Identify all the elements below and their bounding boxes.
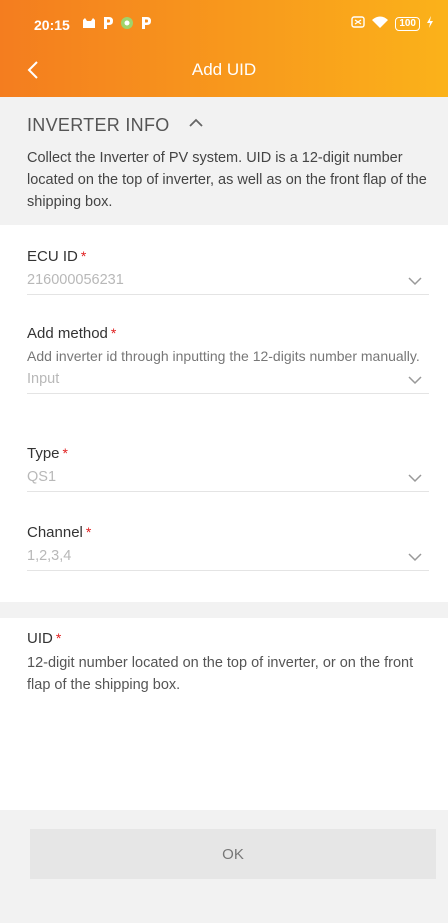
required-marker: *: [80, 248, 87, 264]
page-title: Add UID: [191, 60, 257, 79]
channel-label-text: Channel: [27, 524, 83, 541]
uid-field: UID * 12-digit number located on the top …: [27, 628, 429, 696]
p-icon: [102, 16, 114, 34]
add-method-field: Add method * Add inverter id through inpu…: [27, 323, 429, 394]
chevron-down-icon: [407, 471, 423, 483]
inverter-info-title: INVERTER INFO: [27, 115, 170, 135]
battery-icon: 100: [395, 16, 420, 31]
status-time: 20:15: [34, 17, 70, 33]
chevron-down-icon: [407, 550, 423, 562]
section-divider: [0, 602, 448, 618]
status-bar: 20:15 100: [0, 0, 448, 48]
chevron-down-icon: [407, 274, 423, 286]
wifi-icon: [371, 15, 389, 32]
required-marker: *: [85, 524, 92, 540]
circle-icon: [120, 16, 134, 34]
channel-value: 1,2,3,4: [27, 548, 72, 564]
status-system-icons: 100: [351, 15, 434, 32]
ok-button[interactable]: OK: [30, 829, 436, 879]
inverter-info-description: Collect the Inverter of PV system. UID i…: [27, 150, 427, 210]
ecu-id-label-text: ECU ID: [27, 248, 78, 265]
add-method-label-text: Add method: [27, 325, 108, 342]
channel-field: Channel * 1,2,3,4: [27, 522, 429, 571]
inverter-info-section: INVERTER INFO Collect the Inverter of PV…: [0, 97, 448, 225]
ecu-id-field: ECU ID * 216000056231: [27, 246, 429, 295]
type-label-text: Type: [27, 445, 60, 462]
add-method-value: Input: [27, 371, 60, 387]
cat-icon: [82, 17, 96, 33]
uid-hint: 12-digit number located on the top of in…: [27, 655, 414, 693]
app-header: 20:15 100 Add UID: [0, 0, 448, 97]
add-method-label: Add method *: [27, 323, 429, 344]
uid-label: UID *: [27, 628, 429, 649]
channel-label: Channel *: [27, 522, 429, 543]
add-method-select[interactable]: Input: [27, 369, 429, 394]
p-icon: [140, 16, 152, 34]
sim-icon: [351, 16, 366, 31]
footer: OK: [0, 810, 448, 923]
type-label: Type *: [27, 443, 429, 464]
status-notification-icons: [82, 16, 152, 34]
required-marker: *: [110, 325, 117, 341]
ecu-id-label: ECU ID *: [27, 246, 429, 267]
required-marker: *: [55, 630, 62, 646]
channel-select[interactable]: 1,2,3,4: [27, 546, 429, 571]
ecu-id-value: 216000056231: [27, 272, 124, 288]
ecu-id-select[interactable]: 216000056231: [27, 270, 429, 295]
type-value: QS1: [27, 469, 57, 485]
required-marker: *: [62, 445, 68, 461]
charging-icon: [426, 16, 434, 31]
type-select[interactable]: QS1: [27, 467, 429, 492]
uid-label-text: UID: [27, 630, 53, 647]
type-field: Type * QS1: [27, 443, 429, 492]
add-method-hint: Add inverter id through inputting the 12…: [27, 348, 420, 364]
chevron-down-icon: [407, 373, 423, 385]
chevron-up-icon[interactable]: [186, 113, 206, 133]
